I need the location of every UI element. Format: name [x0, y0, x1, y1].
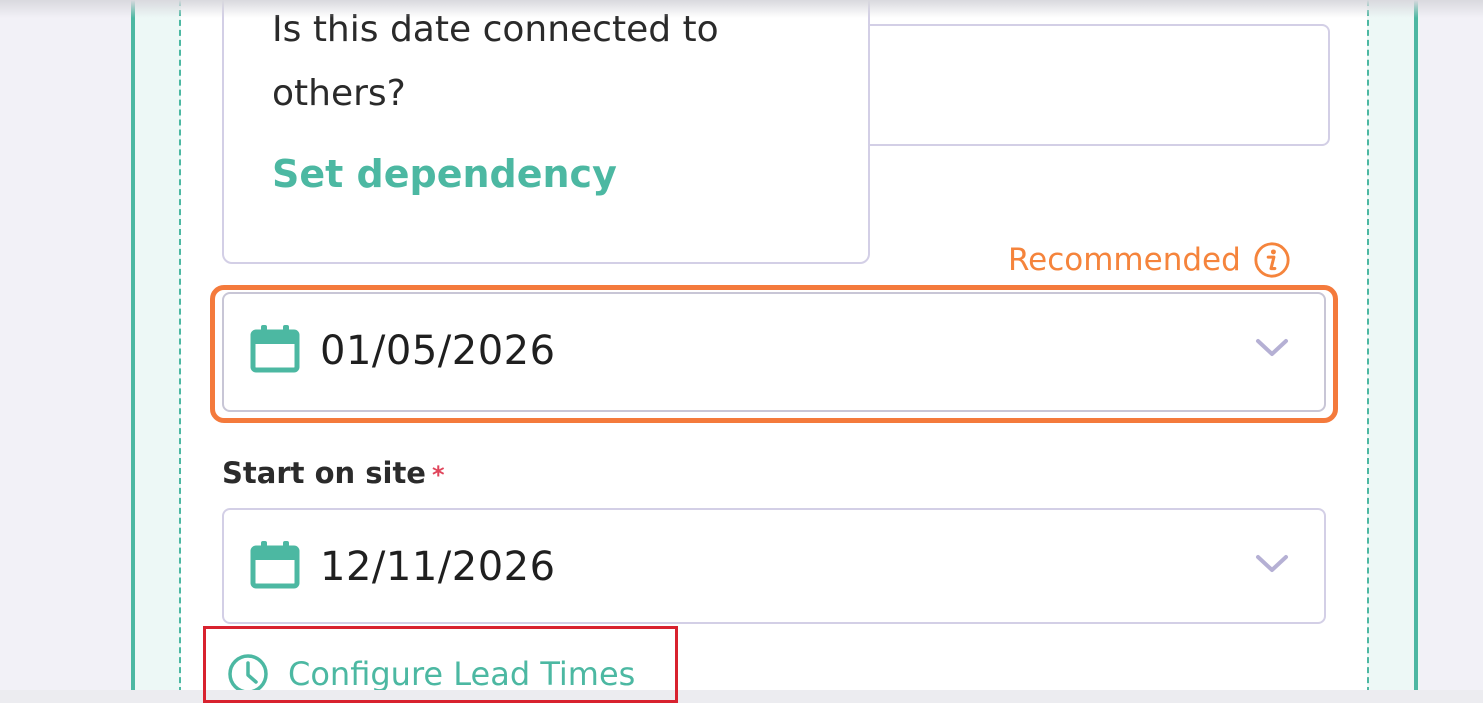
recommended-label: Recommended	[1008, 242, 1241, 278]
start-on-site-date-value: 12/11/2026	[320, 544, 556, 590]
start-on-site-label: Start on site *	[222, 456, 445, 490]
chevron-down-icon[interactable]	[1254, 552, 1290, 576]
highlight-box	[203, 626, 678, 703]
tender-return-date-picker[interactable]: 01/05/2026	[222, 292, 1326, 412]
dependency-popover: Is this date connected to others? Set de…	[222, 0, 870, 264]
info-icon[interactable]	[1253, 241, 1291, 279]
popover-question: Is this date connected to others?	[272, 9, 719, 114]
recommended-badge: Recommended	[1008, 240, 1291, 280]
panel-border-right	[1414, 0, 1418, 703]
dashed-guide-right	[1367, 0, 1369, 703]
calendar-icon	[250, 541, 300, 589]
tender-return-date-value: 01/05/2026	[320, 328, 556, 374]
calendar-icon	[250, 325, 300, 373]
panel-border-left	[131, 0, 135, 703]
required-marker: *	[431, 461, 445, 489]
set-dependency-link[interactable]: Set dependency	[272, 152, 617, 196]
start-on-site-date-picker[interactable]: 12/11/2026	[222, 508, 1326, 624]
start-on-site-label-text: Start on site	[222, 456, 426, 490]
top-shadow	[0, 0, 1483, 18]
chevron-down-icon[interactable]	[1254, 336, 1290, 360]
dashed-guide-left	[179, 0, 181, 703]
